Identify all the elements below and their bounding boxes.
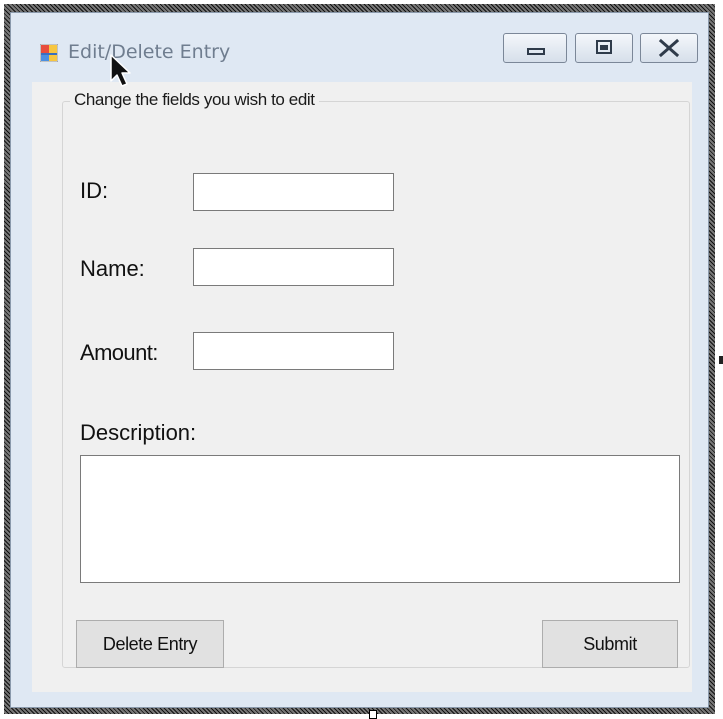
minimize-button[interactable] (503, 33, 567, 63)
maximize-button[interactable] (575, 33, 633, 63)
description-textarea[interactable] (80, 455, 680, 583)
form-window[interactable]: Edit/Delete Entry Change the fields you … (10, 12, 709, 708)
close-icon (658, 38, 680, 58)
amount-input[interactable] (193, 332, 394, 370)
submit-button[interactable]: Submit (542, 620, 678, 668)
winforms-app-icon (40, 44, 58, 62)
description-label: Description: (80, 420, 197, 445)
form-client-area: Change the fields you wish to edit ID: N… (32, 82, 692, 692)
maximize-icon (596, 40, 612, 54)
group-caption: Change the fields you wish to edit (70, 90, 319, 110)
mouse-cursor-icon (110, 54, 131, 87)
name-input[interactable] (193, 248, 394, 286)
right-resize-handle[interactable] (719, 356, 723, 364)
window-title: Edit/Delete Entry (68, 41, 231, 63)
delete-entry-button[interactable]: Delete Entry (76, 620, 224, 668)
minimize-icon (527, 48, 545, 55)
id-label: ID: (80, 178, 109, 203)
id-input[interactable] (193, 173, 394, 211)
designer-surface: Edit/Delete Entry Change the fields you … (0, 0, 723, 719)
amount-label: Amount: (80, 340, 158, 365)
close-button[interactable] (640, 33, 698, 63)
bottom-resize-handle[interactable] (369, 710, 377, 719)
name-label: Name: (80, 256, 145, 281)
